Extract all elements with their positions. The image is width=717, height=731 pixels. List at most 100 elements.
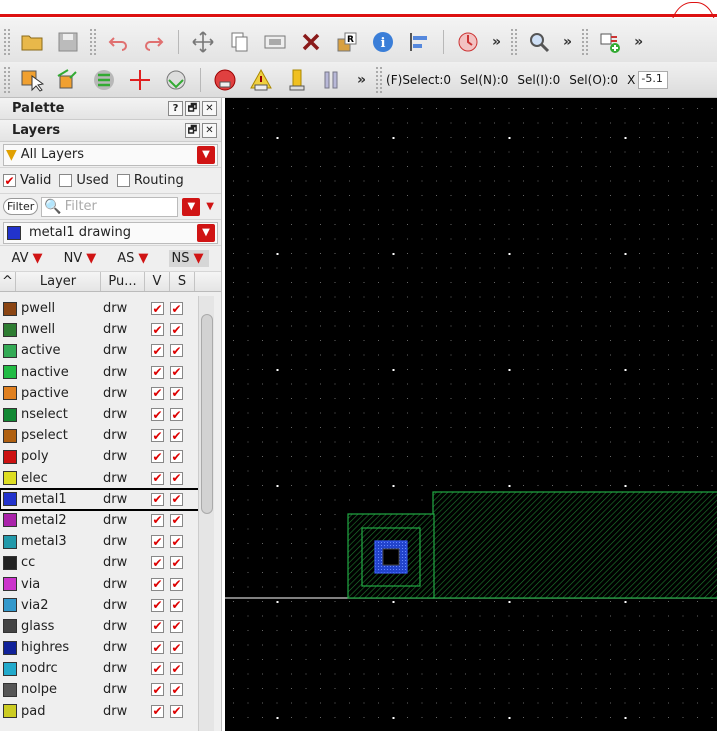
column-layer[interactable]: Layer (16, 272, 101, 291)
open-folder-icon[interactable] (17, 27, 47, 57)
layer-row[interactable]: glass drw ✔ ✔ (0, 616, 200, 637)
redo-icon[interactable] (139, 27, 169, 57)
selectable-checkbox[interactable]: ✔ (170, 577, 183, 591)
nv-button[interactable]: NV ▼ (64, 251, 101, 266)
visible-checkbox[interactable]: ✔ (151, 683, 164, 697)
toolbar-grip[interactable] (4, 28, 10, 55)
visible-checkbox[interactable]: ✔ (151, 344, 164, 358)
layer-row[interactable]: nwell drw ✔ ✔ (0, 319, 200, 340)
warning-icon[interactable] (246, 65, 276, 95)
layer-row[interactable]: via2 drw ✔ ✔ (0, 595, 200, 616)
float-button[interactable]: 🗗 (185, 101, 200, 116)
selectable-checkbox[interactable]: ✔ (170, 619, 183, 633)
layout-canvas[interactable] (225, 98, 717, 731)
select-pointer-icon[interactable] (17, 65, 47, 95)
filter-input[interactable]: 🔍 Filter (41, 196, 179, 217)
visible-checkbox[interactable]: ✔ (151, 408, 164, 422)
valid-checkbox[interactable]: ✔ (3, 174, 16, 188)
visible-checkbox[interactable]: ✔ (151, 386, 164, 400)
filter-options-icon[interactable]: ▼ (206, 201, 214, 212)
visible-checkbox[interactable]: ✔ (151, 535, 164, 549)
help-button[interactable]: ? (168, 101, 183, 116)
ruler-icon[interactable] (318, 65, 348, 95)
column-visible[interactable]: V (145, 272, 170, 291)
layer-scrollbar[interactable] (198, 296, 214, 731)
column-purpose[interactable]: Pu... (101, 272, 145, 291)
visible-checkbox[interactable]: ✔ (151, 704, 164, 718)
visible-checkbox[interactable]: ✔ (151, 450, 164, 464)
visible-checkbox[interactable]: ✔ (151, 302, 164, 316)
selectable-checkbox[interactable]: ✔ (170, 683, 183, 697)
toolbar-overflow-chevron[interactable]: » (492, 34, 501, 50)
toolbar-grip[interactable] (90, 28, 96, 55)
layer-row[interactable]: elec drw ✔ ✔ (0, 468, 200, 489)
selectable-checkbox[interactable]: ✔ (170, 408, 183, 422)
selectable-checkbox[interactable]: ✔ (170, 492, 183, 506)
shape-mode-icon[interactable] (89, 65, 119, 95)
marker-icon[interactable] (282, 65, 312, 95)
selectable-checkbox[interactable]: ✔ (170, 429, 183, 443)
toolbar-grip[interactable] (511, 28, 518, 55)
active-shape-large[interactable] (432, 491, 717, 599)
toolbar-overflow-chevron[interactable]: » (634, 34, 643, 50)
dropdown-arrow-icon[interactable]: ▼ (197, 223, 215, 242)
layer-row[interactable]: nodrc drw ✔ ✔ (0, 658, 200, 679)
align-icon[interactable] (404, 27, 434, 57)
info-icon[interactable]: i (368, 27, 398, 57)
stop-icon[interactable] (210, 65, 240, 95)
toolbar-grip[interactable] (582, 28, 589, 55)
zoom-fit-icon[interactable] (161, 65, 191, 95)
visible-checkbox[interactable]: ✔ (151, 323, 164, 337)
filter-dropdown-icon[interactable]: ▼ (182, 197, 201, 216)
layer-row[interactable]: poly drw ✔ ✔ (0, 446, 200, 467)
layer-row[interactable]: pad drw ✔ ✔ (0, 701, 200, 722)
layer-filter-combo[interactable]: ▼ All Layers ▼ (3, 143, 218, 166)
column-selectable[interactable]: S (170, 272, 195, 291)
create-instance-icon[interactable] (595, 27, 625, 57)
sort-indicator-icon[interactable]: ^ (0, 272, 16, 291)
crosshair-icon[interactable] (125, 65, 155, 95)
layer-row[interactable]: cc drw ✔ ✔ (0, 552, 200, 573)
layer-row[interactable]: metal3 drw ✔ ✔ (0, 531, 200, 552)
visible-checkbox[interactable]: ✔ (151, 365, 164, 379)
layer-row[interactable]: active drw ✔ ✔ (0, 340, 200, 361)
av-button[interactable]: AV ▼ (12, 251, 47, 266)
as-button[interactable]: AS ▼ (117, 251, 152, 266)
selectable-checkbox[interactable]: ✔ (170, 302, 183, 316)
layer-row[interactable]: pwell drw ✔ ✔ (0, 298, 200, 319)
selectable-checkbox[interactable]: ✔ (170, 386, 183, 400)
dropdown-arrow-icon[interactable]: ▼ (197, 145, 215, 164)
routing-checkbox[interactable] (116, 174, 130, 187)
selectable-checkbox[interactable]: ✔ (170, 641, 183, 655)
save-icon[interactable] (53, 27, 83, 57)
used-checkbox[interactable] (59, 174, 73, 187)
selectable-checkbox[interactable]: ✔ (170, 450, 183, 464)
selectable-checkbox[interactable]: ✔ (170, 662, 183, 676)
layer-row[interactable]: pselect drw ✔ ✔ (0, 425, 200, 446)
ns-button[interactable]: NS ▼ (169, 250, 210, 267)
selectable-checkbox[interactable]: ✔ (170, 513, 183, 527)
selectable-checkbox[interactable]: ✔ (170, 471, 183, 485)
zoom-icon[interactable] (524, 27, 554, 57)
close-button[interactable]: ✕ (202, 101, 217, 116)
x-coordinate-field[interactable]: -5.1 (638, 70, 669, 89)
current-layer-combo[interactable]: metal1 drawing ▼ (3, 221, 218, 244)
visible-checkbox[interactable]: ✔ (151, 598, 164, 612)
visible-checkbox[interactable]: ✔ (151, 513, 164, 527)
visible-checkbox[interactable]: ✔ (151, 577, 164, 591)
scrollbar-thumb[interactable] (201, 314, 213, 514)
selectable-checkbox[interactable]: ✔ (170, 535, 183, 549)
hierarchy-icon[interactable] (453, 27, 483, 57)
layout-drawing[interactable] (225, 98, 717, 731)
selectable-checkbox[interactable]: ✔ (170, 556, 183, 570)
selectable-checkbox[interactable]: ✔ (170, 704, 183, 718)
filter-button[interactable]: Filter (3, 198, 39, 215)
delete-icon[interactable] (296, 27, 326, 57)
selectable-checkbox[interactable]: ✔ (170, 365, 183, 379)
layer-row[interactable]: via drw ✔ ✔ (0, 573, 200, 594)
copy-icon[interactable] (224, 27, 254, 57)
visible-checkbox[interactable]: ✔ (151, 662, 164, 676)
visible-checkbox[interactable]: ✔ (151, 492, 164, 506)
visible-checkbox[interactable]: ✔ (151, 619, 164, 633)
layer-row[interactable]: pactive drw ✔ ✔ (0, 383, 200, 404)
